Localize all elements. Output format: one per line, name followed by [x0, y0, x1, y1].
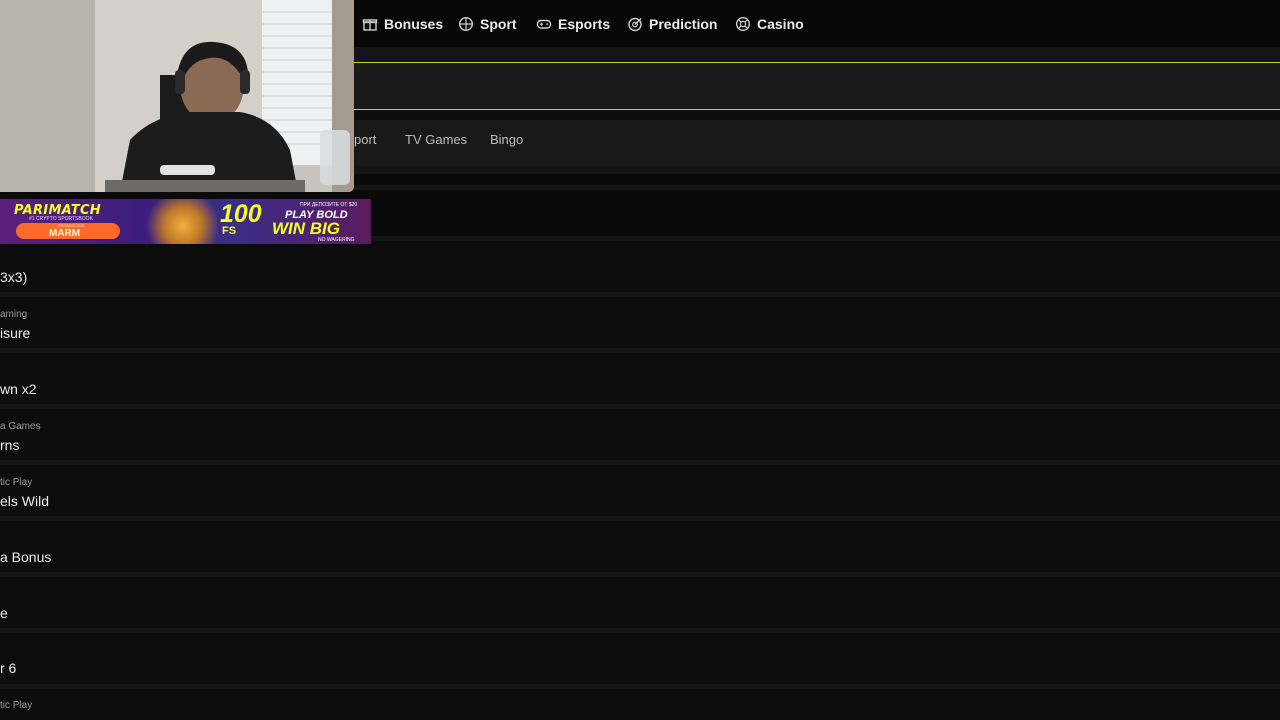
sponsor-banner[interactable]: PARIMATCH #1 CRYPTO SPORTSBOOK PROMOCODE…: [0, 199, 371, 244]
nav-casino-label: Casino: [757, 16, 804, 32]
game-name: 3x3): [0, 269, 28, 285]
nav-prediction[interactable]: Prediction: [627, 14, 717, 34]
webcam-overlay: [0, 0, 354, 192]
chip-icon: [735, 16, 751, 32]
no-wagering-note: NO WAGERING: [318, 237, 355, 243]
gift-icon: [362, 19, 378, 31]
nav-sport[interactable]: Sport: [458, 14, 517, 34]
banner-artwork: [138, 199, 228, 244]
headline-win-big: WIN BIG: [272, 219, 340, 238]
game-row[interactable]: tic Play els Wild: [0, 465, 1280, 516]
nav-esports[interactable]: Esports: [536, 14, 610, 34]
game-provider: tic Play: [0, 477, 33, 488]
nav-prediction-label: Prediction: [649, 16, 718, 32]
deposit-note: ПРИ ДЕПОЗИТЕ ОТ $20: [300, 202, 358, 208]
basketball-icon: [458, 16, 474, 32]
game-row[interactable]: aming isure: [0, 297, 1280, 348]
game-name: e: [0, 605, 8, 621]
game-row[interactable]: a Bonus: [0, 521, 1280, 572]
game-name: els Wild: [0, 493, 50, 509]
target-icon: [628, 17, 642, 32]
game-name: rns: [0, 437, 20, 453]
game-row[interactable]: wn x2: [0, 353, 1280, 404]
game-provider: a Games: [0, 421, 41, 432]
banner-fs: FS: [222, 225, 237, 237]
nav-esports-label: Esports: [558, 16, 611, 32]
game-row[interactable]: e: [0, 577, 1280, 628]
subnav-item-bingo[interactable]: Bingo: [490, 132, 523, 147]
subnav-item-tv-games[interactable]: TV Games: [405, 132, 467, 147]
game-name: wn x2: [0, 381, 37, 397]
webcam-image: [0, 0, 354, 192]
game-row[interactable]: 3x3): [0, 241, 1280, 292]
game-provider: tic Play: [0, 700, 33, 711]
nav-bonuses[interactable]: Bonuses: [362, 14, 443, 34]
game-row[interactable]: r 6: [0, 633, 1280, 684]
gamepad-icon: [536, 19, 552, 29]
nav-sport-label: Sport: [480, 16, 517, 32]
nav-casino[interactable]: Casino: [735, 14, 804, 34]
brand-tagline: #1 CRYPTO SPORTSBOOK: [29, 216, 93, 222]
promocode-value: MARM: [49, 228, 81, 239]
game-row[interactable]: a Games rns: [0, 409, 1280, 460]
game-name: a Bonus: [0, 549, 52, 565]
game-name: r 6: [0, 660, 17, 676]
game-name: isure: [0, 325, 31, 341]
game-row[interactable]: tic Play: [0, 689, 1280, 720]
game-provider: aming: [0, 309, 28, 320]
nav-bonuses-label: Bonuses: [384, 16, 444, 32]
subnav-item-sport[interactable]: port: [354, 132, 376, 147]
